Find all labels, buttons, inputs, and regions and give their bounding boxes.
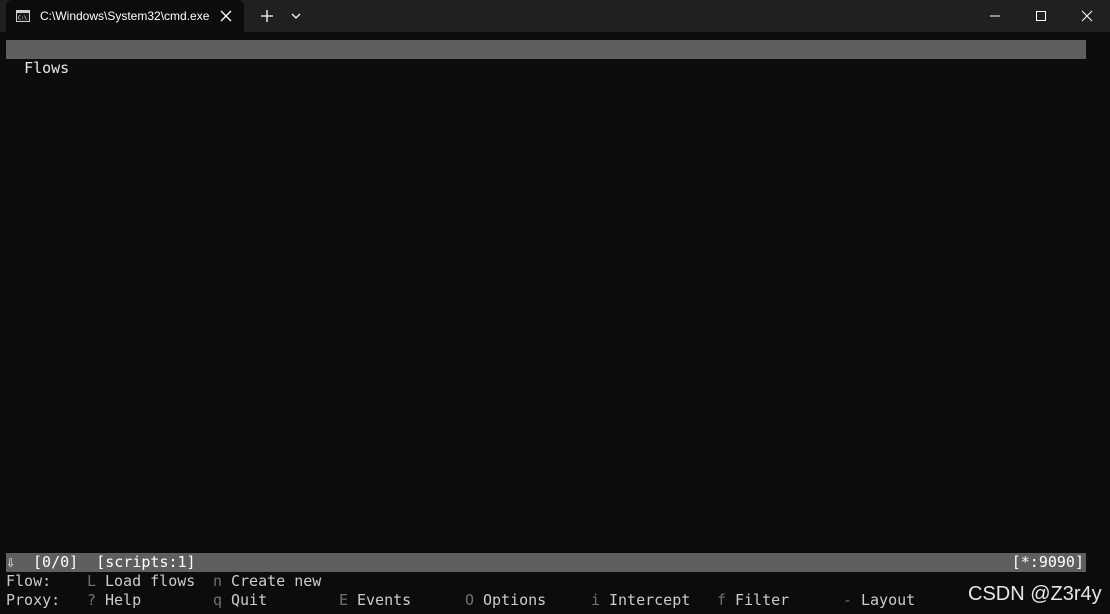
- action-events: Events: [357, 591, 412, 609]
- maximize-button[interactable]: [1018, 0, 1064, 32]
- tab-title: C:\Windows\System32\cmd.exe: [40, 9, 210, 23]
- key-filter: f: [717, 591, 727, 609]
- listen-address: [*:9090]: [1011, 553, 1084, 571]
- tab-cmd[interactable]: C:\ C:\Windows\System32\cmd.exe: [6, 0, 244, 32]
- action-create-new: Create new: [231, 572, 322, 590]
- title-bar: C:\ C:\Windows\System32\cmd.exe: [0, 0, 1110, 32]
- key-create-new: n: [213, 572, 223, 590]
- minimize-icon: [990, 15, 1000, 17]
- minimize-button[interactable]: [972, 0, 1018, 32]
- follow-arrow-icon: ⇩: [6, 553, 16, 571]
- cmd-icon: C:\: [16, 10, 30, 22]
- chevron-down-icon[interactable]: [288, 8, 304, 24]
- flows-header: Flows: [6, 40, 1086, 77]
- proxy-row-label: Proxy:: [6, 591, 61, 609]
- flow-row-label: Flow:: [6, 572, 52, 590]
- action-filter: Filter: [735, 591, 790, 609]
- close-button[interactable]: [1064, 0, 1110, 32]
- action-quit: Quit: [231, 591, 268, 609]
- status-bar: ⇩ [0/0] [scripts:1] [*:9090]: [6, 553, 1086, 572]
- action-intercept: Intercept: [609, 591, 691, 609]
- key-events: E: [339, 591, 349, 609]
- key-load-flows: L: [87, 572, 97, 590]
- action-load-flows: Load flows: [105, 572, 196, 590]
- status-left: ⇩ [0/0] [scripts:1]: [6, 553, 196, 572]
- action-help: Help: [105, 591, 142, 609]
- maximize-icon: [1036, 11, 1046, 21]
- flow-count: [0/0]: [33, 553, 79, 571]
- action-options: Options: [483, 591, 547, 609]
- scripts-count: [scripts:1]: [96, 553, 196, 571]
- key-help: ?: [87, 591, 97, 609]
- action-layout: Layout: [861, 591, 916, 609]
- key-options: O: [465, 591, 475, 609]
- key-quit: q: [213, 591, 223, 609]
- key-layout: -: [843, 591, 853, 609]
- watermark: CSDN @Z3r4y: [968, 583, 1102, 605]
- flows-header-label: Flows: [24, 59, 70, 77]
- plus-icon[interactable]: [258, 7, 276, 25]
- tab-close-icon[interactable]: [218, 8, 234, 24]
- svg-text:C:\: C:\: [18, 16, 27, 22]
- close-icon: [1081, 10, 1093, 22]
- key-intercept: i: [591, 591, 601, 609]
